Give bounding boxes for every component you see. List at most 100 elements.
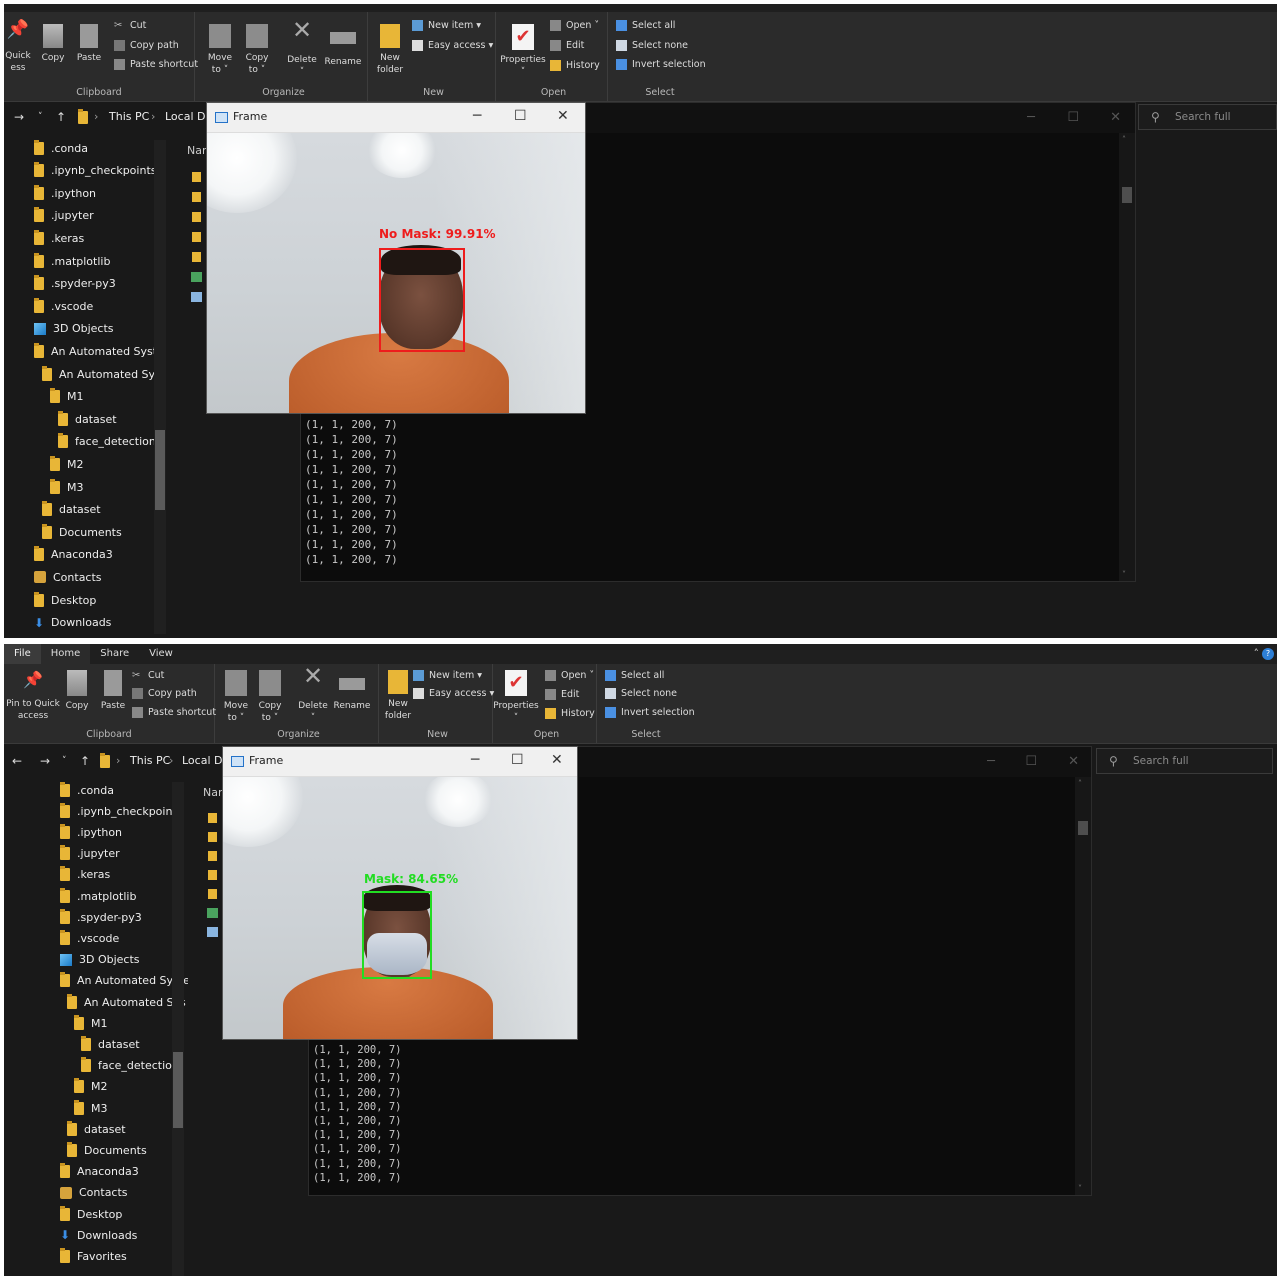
folder-icon[interactable] xyxy=(192,232,201,242)
copy-path-button[interactable]: Copy path xyxy=(114,40,179,51)
cut-button[interactable]: ✂ Cut xyxy=(114,20,146,31)
tree-item[interactable]: .jupyter xyxy=(34,206,94,226)
tree-item[interactable]: .spyder-py3 xyxy=(60,907,142,927)
paste-shortcut-button[interactable]: Paste shortcut xyxy=(132,707,216,718)
maximize-icon[interactable]: ☐ xyxy=(1067,110,1079,125)
tree-item[interactable]: face_detection xyxy=(81,1056,179,1076)
image-file-icon[interactable] xyxy=(207,908,218,918)
console-scrollbar[interactable]: ˄ ˅ xyxy=(1119,133,1135,581)
new-folder-button[interactable]: New folder xyxy=(374,24,406,76)
move-to-button[interactable]: Move to ˅ xyxy=(221,670,251,724)
tree-item[interactable]: .matplotlib xyxy=(60,886,136,906)
paste-button[interactable]: Paste xyxy=(98,670,128,712)
copy-button[interactable]: Copy xyxy=(38,24,68,64)
name-column-header[interactable]: Nar xyxy=(187,144,207,157)
tree-item[interactable]: An Automated Sys xyxy=(67,992,186,1012)
tree-item[interactable]: An Automated Sys xyxy=(42,364,161,384)
properties-button[interactable]: ✔ Properties ˅ xyxy=(500,24,546,78)
up-icon[interactable]: ↑ xyxy=(56,110,66,124)
recent-dropdown-icon[interactable]: ˅ xyxy=(62,756,67,766)
edit-button[interactable]: Edit xyxy=(550,40,584,51)
minimize-icon[interactable]: ─ xyxy=(1027,110,1035,125)
tab-view[interactable]: View xyxy=(139,644,183,664)
tree-item[interactable]: M1 xyxy=(74,1013,108,1033)
back-icon[interactable]: ← xyxy=(12,754,22,768)
easy-access-button[interactable]: Easy access ▾ xyxy=(413,688,494,699)
open-button[interactable]: Open ˅ xyxy=(550,20,599,31)
search-input[interactable]: ⚲ Search full xyxy=(1138,104,1277,130)
close-icon[interactable]: ✕ xyxy=(557,108,569,124)
help-icon[interactable]: ? xyxy=(1262,648,1274,660)
paste-button[interactable]: Paste xyxy=(74,24,104,64)
tree-item[interactable]: face_detection xyxy=(58,432,156,452)
tree-item[interactable]: .conda xyxy=(60,780,114,800)
history-button[interactable]: History xyxy=(545,708,595,719)
scrollbar-thumb[interactable] xyxy=(155,430,165,510)
collapse-ribbon-icon[interactable]: ˄ xyxy=(1254,647,1260,660)
file-icon[interactable] xyxy=(207,927,218,937)
breadcrumb-local-disk[interactable]: Local Di xyxy=(165,110,209,123)
folder-icon[interactable] xyxy=(208,889,217,899)
console-scrollbar[interactable]: ˄ ˅ xyxy=(1075,777,1091,1195)
tab-file[interactable]: File xyxy=(4,644,41,664)
tree-item[interactable]: .ipynb_checkpoints xyxy=(34,161,157,181)
invert-selection-button[interactable]: Invert selection xyxy=(616,59,706,70)
tree-item[interactable]: .spyder-py3 xyxy=(34,274,116,294)
close-icon[interactable]: ✕ xyxy=(551,752,563,768)
tree-item[interactable]: ⬇ Downloads xyxy=(60,1225,137,1245)
tree-item[interactable]: .jupyter xyxy=(60,844,120,864)
tab-share[interactable]: Share xyxy=(90,644,139,664)
scrollbar-thumb[interactable] xyxy=(1122,187,1132,203)
image-file-icon[interactable] xyxy=(191,272,202,282)
breadcrumb-local-disk[interactable]: Local Di xyxy=(182,754,226,767)
tree-item[interactable]: .ipynb_checkpoints xyxy=(60,801,183,821)
select-all-button[interactable]: Select all xyxy=(605,670,664,681)
tree-item[interactable]: .matplotlib xyxy=(34,251,110,271)
tree-item[interactable]: dataset xyxy=(67,1119,126,1139)
folder-icon[interactable] xyxy=(192,172,201,182)
scroll-down-icon[interactable]: ˅ xyxy=(1078,1184,1082,1193)
history-button[interactable]: History xyxy=(550,60,600,71)
scroll-down-icon[interactable]: ˅ xyxy=(1122,570,1126,579)
folder-icon[interactable] xyxy=(208,870,217,880)
tree-item[interactable]: ⬇ Downloads xyxy=(34,613,111,633)
forward-icon[interactable]: → xyxy=(14,110,24,124)
tree-item[interactable]: M1 xyxy=(50,387,84,407)
edit-button[interactable]: Edit xyxy=(545,689,579,700)
select-all-button[interactable]: Select all xyxy=(616,20,675,31)
tree-item[interactable]: Anaconda3 xyxy=(60,1162,139,1182)
breadcrumb-this-pc[interactable]: This PC xyxy=(130,754,170,767)
paste-shortcut-button[interactable]: Paste shortcut xyxy=(114,59,198,70)
tree-item[interactable]: .ipython xyxy=(34,183,96,203)
open-button[interactable]: Open ˅ xyxy=(545,670,594,681)
delete-button[interactable]: ✕ Delete ˅ xyxy=(295,664,331,724)
copy-to-button[interactable]: Copy to ˅ xyxy=(242,24,272,76)
new-folder-button[interactable]: New folder xyxy=(383,670,413,722)
tree-item[interactable]: Contacts xyxy=(34,567,102,587)
tree-item[interactable]: M2 xyxy=(50,454,84,474)
copy-button[interactable]: Copy xyxy=(62,670,92,712)
scrollbar-thumb[interactable] xyxy=(1078,821,1088,835)
tree-item[interactable]: dataset xyxy=(42,500,101,520)
tree-item[interactable]: .vscode xyxy=(60,928,119,948)
tree-item[interactable]: dataset xyxy=(81,1034,140,1054)
new-item-button[interactable]: New item ▾ xyxy=(412,20,481,31)
pin-to-quick-access-button[interactable]: 📌 Quick ess xyxy=(4,21,36,74)
delete-button[interactable]: ✕ Delete ˅ xyxy=(284,18,320,78)
tree-item[interactable]: Contacts xyxy=(60,1183,128,1203)
minimize-icon[interactable]: ─ xyxy=(473,108,481,124)
folder-icon[interactable] xyxy=(192,252,201,262)
navigation-scrollbar[interactable] xyxy=(172,782,184,1276)
tree-item[interactable]: Desktop xyxy=(34,590,96,610)
move-to-button[interactable]: Move to ˅ xyxy=(204,24,236,76)
tree-item[interactable]: .keras xyxy=(34,228,84,248)
breadcrumb-this-pc[interactable]: This PC xyxy=(109,110,149,123)
tree-item[interactable]: .ipython xyxy=(60,822,122,842)
rename-button[interactable]: Rename xyxy=(331,670,373,712)
copy-to-button[interactable]: Copy to ˅ xyxy=(255,670,285,724)
tree-item[interactable]: An Automated Syste xyxy=(60,971,190,991)
tree-item[interactable]: 3D Objects xyxy=(34,319,114,339)
easy-access-button[interactable]: Easy access ▾ xyxy=(412,40,493,51)
tree-item[interactable]: .vscode xyxy=(34,296,93,316)
pin-to-quick-access-button[interactable]: 📌 Pin to Quick access xyxy=(6,672,60,722)
